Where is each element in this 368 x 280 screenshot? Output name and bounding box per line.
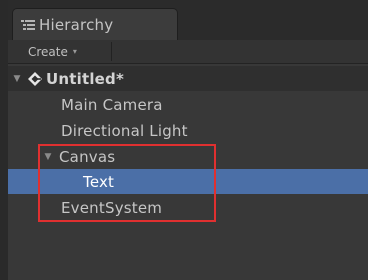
item-label: Directional Light <box>61 121 188 140</box>
unity-scene-icon <box>28 71 42 86</box>
foldout-expanded-icon[interactable]: ▼ <box>43 152 53 162</box>
tab-label: Hierarchy <box>39 15 114 34</box>
hierarchy-list: ▼ Untitled* Main Camera Directional Ligh… <box>8 64 368 280</box>
hierarchy-item-directional-light[interactable]: Directional Light <box>8 118 368 143</box>
foldout-expanded-icon[interactable]: ▼ <box>12 74 22 84</box>
list-icon <box>21 19 35 30</box>
hierarchy-item-main-camera[interactable]: Main Camera <box>8 92 368 117</box>
tab-bar: Hierarchy <box>8 0 368 40</box>
hierarchy-toolbar: Create ▾ <box>8 40 368 64</box>
tab-hierarchy[interactable]: Hierarchy <box>12 8 178 40</box>
create-label: Create <box>28 44 68 59</box>
scene-name: Untitled* <box>46 69 125 88</box>
item-label: Text <box>83 172 115 191</box>
create-dropdown-button[interactable]: Create ▾ <box>14 42 112 61</box>
chevron-down-icon: ▾ <box>72 47 77 56</box>
window-edge <box>0 0 8 280</box>
hierarchy-item-canvas[interactable]: ▼ Canvas <box>8 144 368 169</box>
hierarchy-item-text[interactable]: Text <box>8 169 368 194</box>
item-label: Main Camera <box>61 95 163 114</box>
item-label: Canvas <box>59 147 116 166</box>
scene-row[interactable]: ▼ Untitled* <box>8 66 368 91</box>
hierarchy-item-eventsystem[interactable]: EventSystem <box>8 195 368 220</box>
item-label: EventSystem <box>61 198 163 217</box>
